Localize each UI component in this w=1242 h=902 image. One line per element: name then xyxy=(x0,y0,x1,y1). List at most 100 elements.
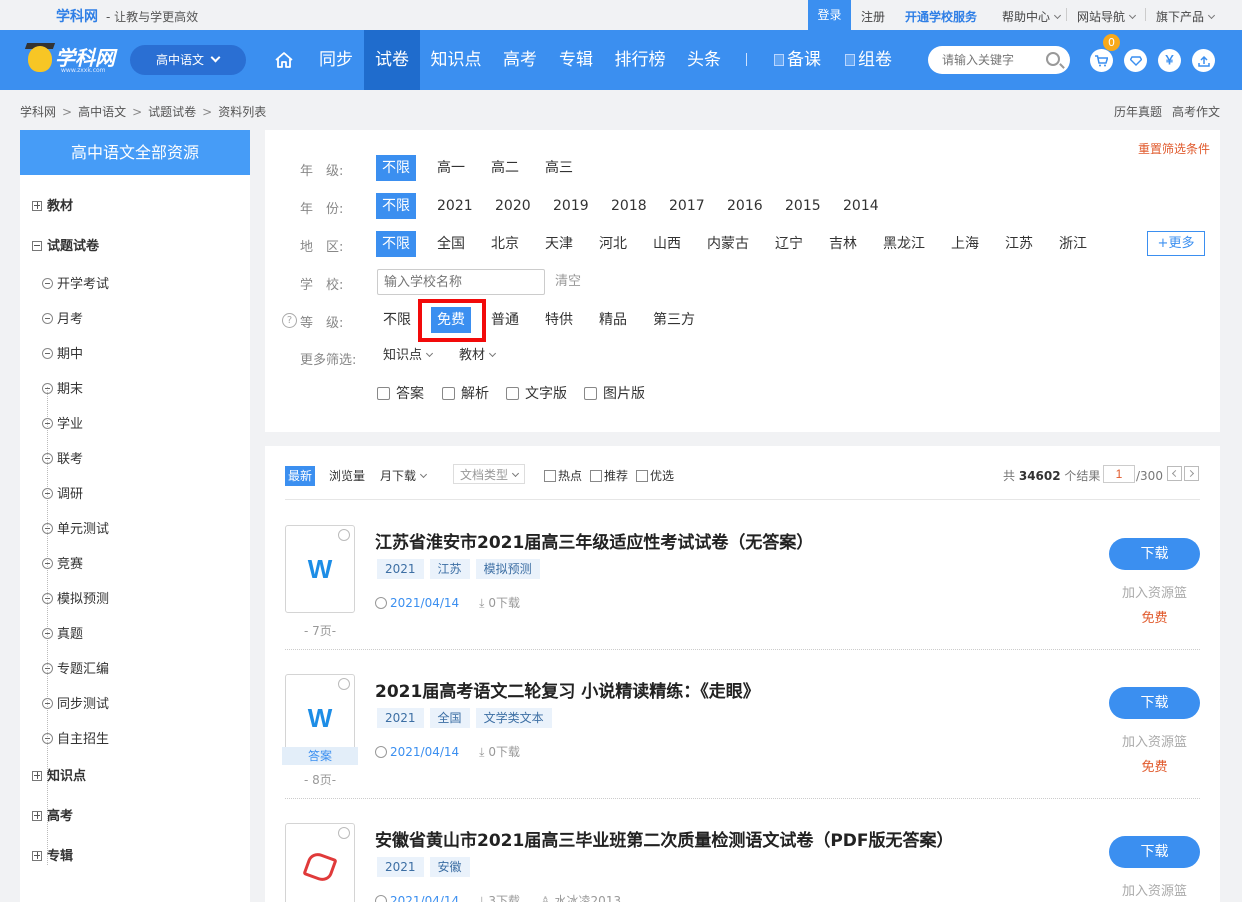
nav-item-albums[interactable]: 专辑 xyxy=(550,30,602,90)
grade-option[interactable]: 高一 xyxy=(437,155,465,181)
tag[interactable]: 模拟预测 xyxy=(475,559,540,579)
nav-item-papers[interactable]: 试卷 xyxy=(364,30,420,90)
add-to-basket-link[interactable]: 加入资源篮 xyxy=(1109,582,1200,601)
breadcrumb-item[interactable]: 学科网 xyxy=(20,105,56,119)
filter-recommended[interactable]: 推荐 xyxy=(590,466,628,486)
checkbox-text-version[interactable]: 文字版 xyxy=(506,381,567,407)
register-link[interactable]: 注册 xyxy=(861,8,885,25)
region-option[interactable]: 北京 xyxy=(491,231,519,257)
clear-school-link[interactable]: 清空 xyxy=(555,269,581,295)
sidebar-subitem[interactable]: 期中 xyxy=(42,343,83,362)
sidebar-subitem[interactable]: 竞赛 xyxy=(42,553,83,572)
checkbox-analysis[interactable]: 解析 xyxy=(442,381,489,407)
checkbox-answer[interactable]: 答案 xyxy=(377,381,424,407)
reset-filters-link[interactable]: 重置筛选条件 xyxy=(1138,140,1210,157)
doc-thumbnail[interactable] xyxy=(285,823,355,902)
site-logo[interactable]: 学科网 www.zxxk.com xyxy=(24,40,118,80)
download-button[interactable]: 下载 xyxy=(1109,538,1200,570)
download-button[interactable]: 下载 xyxy=(1109,687,1200,719)
add-to-basket-link[interactable]: 加入资源篮 xyxy=(1109,731,1200,750)
region-option[interactable]: 浙江 xyxy=(1059,231,1087,257)
level-option[interactable]: 特供 xyxy=(545,307,573,333)
region-option[interactable]: 上海 xyxy=(951,231,979,257)
site-nav-menu[interactable]: 网站导航 xyxy=(1077,8,1137,25)
region-option[interactable]: 吉林 xyxy=(829,231,857,257)
year-option[interactable]: 2014 xyxy=(843,193,879,219)
nav-item-sync[interactable]: 同步 xyxy=(310,30,362,90)
doc-thumbnail[interactable]: W xyxy=(285,525,355,613)
tag[interactable]: 2021 xyxy=(377,708,424,728)
doc-type-dropdown[interactable]: 文档类型 xyxy=(453,464,526,484)
region-option[interactable]: 天津 xyxy=(545,231,573,257)
nav-item-headlines[interactable]: 头条 xyxy=(678,30,730,90)
grade-option[interactable]: 高二 xyxy=(491,155,519,181)
year-option[interactable]: 2020 xyxy=(495,193,531,219)
tag[interactable]: 全国 xyxy=(429,708,470,728)
sidebar-subitem[interactable]: 调研 xyxy=(42,483,83,502)
compose-paper-link[interactable]: 组卷 xyxy=(845,30,892,90)
upload-icon[interactable] xyxy=(1192,49,1215,72)
school-name-input[interactable] xyxy=(377,269,545,295)
sidebar-subitem[interactable]: 专题汇编 xyxy=(42,658,109,677)
prev-page-button[interactable] xyxy=(1167,466,1182,481)
sidebar-subitem[interactable]: 单元测试 xyxy=(42,518,109,537)
sidebar-subitem[interactable]: 真题 xyxy=(42,623,83,642)
breadcrumb-item[interactable]: 试题试卷 xyxy=(148,105,196,119)
sort-newest[interactable]: 最新 xyxy=(285,466,316,486)
filter-hot[interactable]: 热点 xyxy=(544,466,582,486)
yen-icon[interactable]: ￥ xyxy=(1158,49,1181,72)
page-input[interactable] xyxy=(1103,465,1135,483)
grade-option[interactable]: 不限 xyxy=(376,155,416,181)
diamond-icon[interactable] xyxy=(1124,49,1147,72)
region-option[interactable]: 不限 xyxy=(376,231,416,257)
doc-title[interactable]: 2021届高考语文二轮复习 小说精读精练：《走眼》 xyxy=(375,677,760,702)
sidebar-subitem[interactable]: 月考 xyxy=(42,308,83,327)
sidebar-item-textbook[interactable]: 教材 xyxy=(32,195,73,214)
doc-title[interactable]: 安徽省黄山市2021届高三毕业班第二次质量检测语文试卷（PDF版无答案） xyxy=(375,826,954,851)
more-regions-button[interactable]: +更多 xyxy=(1147,231,1205,256)
tag[interactable]: 文学类文本 xyxy=(475,708,552,728)
region-option[interactable]: 内蒙古 xyxy=(707,231,749,257)
download-button[interactable]: 下载 xyxy=(1109,836,1200,868)
nav-item-gaokao[interactable]: 高考 xyxy=(494,30,546,90)
sort-views[interactable]: 浏览量 xyxy=(329,466,365,486)
sidebar-subitem[interactable]: 学业 xyxy=(42,413,83,432)
checkbox-image-version[interactable]: 图片版 xyxy=(584,381,645,407)
level-option[interactable]: 精品 xyxy=(599,307,627,333)
search-input[interactable] xyxy=(942,51,1042,69)
region-option[interactable]: 江苏 xyxy=(1005,231,1033,257)
grade-option[interactable]: 高三 xyxy=(545,155,573,181)
region-option[interactable]: 河北 xyxy=(599,231,627,257)
sidebar-subitem[interactable]: 模拟预测 xyxy=(42,588,109,607)
add-to-basket-link[interactable]: 加入资源篮 xyxy=(1109,880,1200,899)
filter-preferred[interactable]: 优选 xyxy=(636,466,674,486)
tag[interactable]: 2021 xyxy=(377,857,424,877)
region-option[interactable]: 全国 xyxy=(437,231,465,257)
region-option[interactable]: 黑龙江 xyxy=(883,231,925,257)
sidebar-subitem[interactable]: 联考 xyxy=(42,448,83,467)
knowledge-dropdown[interactable]: 知识点 xyxy=(383,343,434,369)
region-option[interactable]: 辽宁 xyxy=(775,231,803,257)
textbook-dropdown[interactable]: 教材 xyxy=(459,343,497,369)
level-option[interactable]: 不限 xyxy=(383,307,411,333)
year-option[interactable]: 2019 xyxy=(553,193,589,219)
next-page-button[interactable] xyxy=(1184,466,1199,481)
past-exams-link[interactable]: 历年真题 xyxy=(1114,103,1162,120)
cart-icon[interactable] xyxy=(1090,49,1113,72)
gaokao-essay-link[interactable]: 高考作文 xyxy=(1172,103,1220,120)
sidebar-item-albums[interactable]: 专辑 xyxy=(32,845,73,864)
sidebar-item-gaokao[interactable]: 高考 xyxy=(32,805,73,824)
year-option[interactable]: 2018 xyxy=(611,193,647,219)
region-option[interactable]: 山西 xyxy=(653,231,681,257)
sidebar-subitem[interactable]: 期末 xyxy=(42,378,83,397)
sidebar-subitem[interactable]: 同步测试 xyxy=(42,693,109,712)
year-option[interactable]: 2015 xyxy=(785,193,821,219)
nav-item-knowledge[interactable]: 知识点 xyxy=(422,30,490,90)
products-menu[interactable]: 旗下产品 xyxy=(1156,8,1216,25)
nav-item-ranking[interactable]: 排行榜 xyxy=(606,30,674,90)
brand-link[interactable]: 学科网 xyxy=(56,6,98,26)
home-icon[interactable] xyxy=(275,52,293,68)
login-button[interactable]: 登录 xyxy=(808,0,851,30)
year-option[interactable]: 不限 xyxy=(376,193,416,219)
sidebar-item-knowledge[interactable]: 知识点 xyxy=(32,765,86,784)
